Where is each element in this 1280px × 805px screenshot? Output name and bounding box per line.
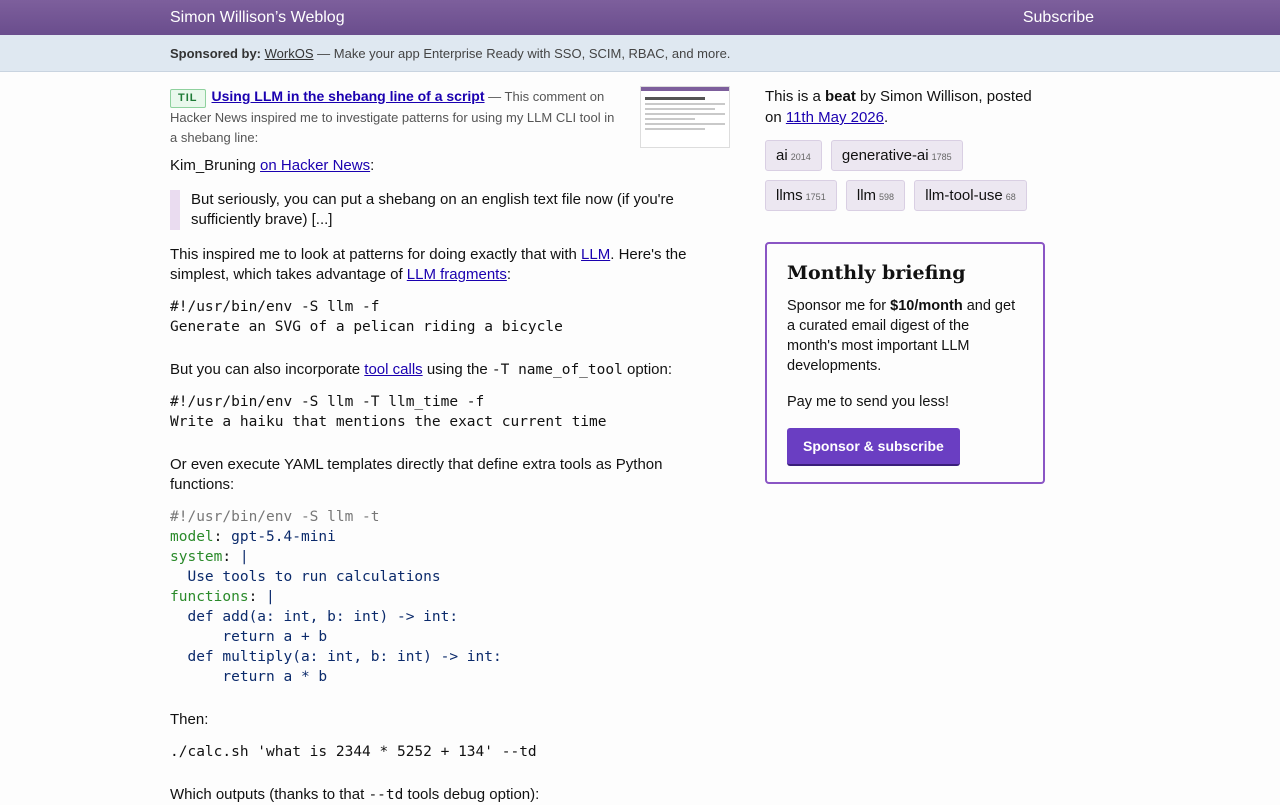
yaml-value: | — [266, 589, 275, 605]
text: using the — [422, 361, 492, 378]
site-title-link[interactable]: Simon Willison’s Weblog — [170, 9, 345, 27]
text: : — [506, 266, 512, 283]
yaml-key: functions — [170, 589, 249, 605]
code-block-yaml: #!/usr/bin/env -S llm -t model: gpt-5.4-… — [170, 509, 502, 685]
code-block-simple: #!/usr/bin/env -S llm -f Generate an SVG… — [170, 299, 563, 335]
date-link[interactable]: 11th May 2026 — [786, 109, 884, 126]
inline-code: -T name_of_tool — [491, 362, 623, 378]
sponsor-subscribe-button[interactable]: Sponsor & subscribe — [787, 428, 960, 466]
paragraph-yaml: Or even execute YAML templates directly … — [170, 456, 663, 493]
attribution-name: Kim_Bruning — [170, 157, 261, 174]
yaml-body: def multiply(a: int, b: int) -> int: — [170, 649, 502, 665]
paragraph-llm: This inspired me to look at patterns for… — [170, 245, 730, 285]
tag-list: ai 2014 generative-ai 1785 llms 1751 llm 598… — [765, 140, 1045, 220]
til-summary: TIL Using LLM in the shebang line of a sc… — [170, 86, 622, 148]
text: . — [883, 109, 889, 126]
yaml-value: gpt-5.4-mini — [231, 529, 336, 545]
sponsor-banner: Sponsored by: WorkOS — Make your app Ent… — [0, 35, 1280, 72]
text: Which outputs (thanks to that — [170, 786, 369, 803]
tag-llms[interactable]: llms 1751 — [765, 180, 837, 211]
yaml-body: def add(a: int, b: int) -> int: — [170, 609, 459, 625]
beat-label: beat — [825, 88, 856, 105]
til-badge: TIL — [170, 89, 206, 108]
hacker-news-link[interactable]: on Hacker News — [260, 157, 370, 174]
sponsor-text: — Make your app Enterprise Ready with SS… — [313, 46, 731, 61]
yaml-value: | — [239, 549, 249, 565]
yaml-shebang: #!/usr/bin/env -S llm -t — [170, 509, 380, 525]
briefing-title: Monthly briefing — [787, 262, 966, 284]
text: tools debug option): — [403, 786, 540, 803]
attribution-suffix: : — [370, 157, 375, 174]
til-thumbnail[interactable] — [640, 86, 730, 148]
attribution: Kim_Bruning on Hacker News: — [170, 156, 730, 176]
tag-llm-tool-use[interactable]: llm-tool-use 68 — [914, 180, 1027, 211]
tag-count: 2014 — [790, 152, 811, 162]
llm-link[interactable]: LLM — [581, 246, 610, 263]
code-block-calc: ./calc.sh 'what is 2344 * 5252 + 134' --… — [170, 744, 537, 760]
sponsor-label: Sponsored by: — [170, 46, 262, 61]
text: option: — [622, 361, 673, 378]
briefing-price: $10/month — [890, 298, 963, 314]
tag-generative-ai[interactable]: generative-ai 1785 — [830, 140, 963, 171]
tag-count: 1785 — [931, 152, 952, 162]
beat-info: This is a beat by Simon Willison, posted… — [765, 86, 1045, 128]
tag-name: llms — [776, 187, 803, 204]
yaml-key: system — [170, 549, 223, 565]
tag-count: 1751 — [805, 192, 826, 202]
tag-name: llm — [856, 187, 877, 204]
monthly-briefing-box: Monthly briefing Sponsor me for $10/mont… — [765, 242, 1045, 484]
code-block-tools: #!/usr/bin/env -S llm -T llm_time -f Wri… — [170, 394, 607, 430]
sidebar: This is a beat by Simon Willison, posted… — [765, 86, 1045, 484]
til-title-link[interactable]: Using LLM in the shebang line of a scrip… — [212, 88, 485, 104]
tag-name: generative-ai — [841, 147, 929, 164]
yaml-body: Use tools to run calculations — [170, 569, 441, 585]
sponsor-link[interactable]: WorkOS — [265, 46, 314, 61]
tag-ai[interactable]: ai 2014 — [765, 140, 822, 171]
paragraph-outputs: Which outputs (thanks to that --td tools… — [170, 785, 730, 805]
tag-count: 68 — [1005, 192, 1016, 202]
yaml-body: return a + b — [170, 629, 328, 645]
paragraph-then: Then: — [170, 711, 209, 728]
text: This is a — [765, 88, 826, 105]
tag-name: ai — [776, 147, 788, 164]
briefing-text-2: Pay me to send you less! — [787, 394, 949, 410]
yaml-key: model — [170, 529, 214, 545]
tool-calls-link[interactable]: tool calls — [364, 361, 422, 378]
main-content: TIL Using LLM in the shebang line of a sc… — [170, 86, 730, 805]
quote: But seriously, you can put a shebang on … — [170, 190, 730, 230]
yaml-body: return a * b — [170, 669, 328, 685]
text: But you can also incorporate — [170, 361, 365, 378]
text: Sponsor me for — [787, 298, 891, 314]
text: This inspired me to look at patterns for… — [170, 246, 582, 263]
briefing-text: Sponsor me for $10/month and get a curat… — [787, 296, 1023, 376]
inline-code: --td — [368, 787, 404, 803]
llm-fragments-link[interactable]: LLM fragments — [407, 266, 507, 283]
tag-count: 598 — [879, 192, 895, 202]
tag-llm[interactable]: llm 598 — [845, 180, 906, 211]
paragraph-tools: But you can also incorporate tool calls … — [170, 360, 730, 380]
site-header: Simon Willison’s Weblog Subscribe — [0, 0, 1280, 35]
til-item: TIL Using LLM in the shebang line of a sc… — [170, 86, 730, 148]
subscribe-link[interactable]: Subscribe — [1023, 9, 1094, 27]
tag-name: llm-tool-use — [925, 187, 1003, 204]
